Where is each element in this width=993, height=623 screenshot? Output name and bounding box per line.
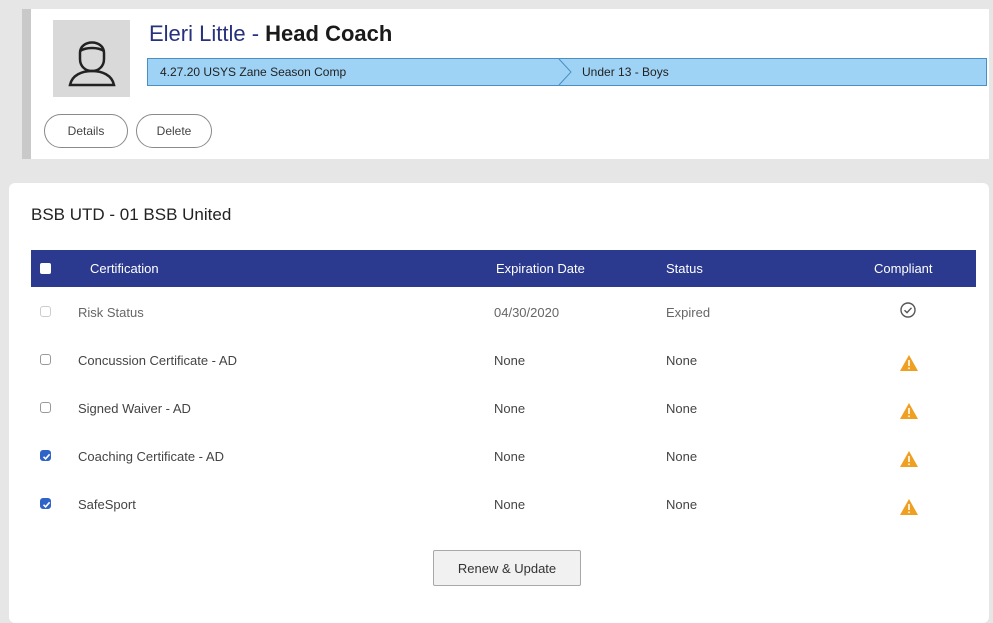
table-row: Concussion Certificate - AD None None [31, 337, 976, 385]
table-row: Risk Status 04/30/2020 Expired [31, 289, 976, 337]
row-checkbox[interactable] [40, 498, 51, 509]
header-certification[interactable]: Certification [90, 261, 159, 276]
certification-card: BSB UTD - 01 BSB United Certification Ex… [9, 183, 989, 623]
row-checkbox[interactable] [40, 306, 51, 317]
table-row: Coaching Certificate - AD None None [31, 433, 976, 481]
row-checkbox[interactable] [40, 450, 51, 461]
avatar [53, 20, 130, 97]
breadcrumb: 4.27.20 USYS Zane Season Comp Under 13 -… [147, 58, 987, 86]
table-header: Certification Expiration Date Status Com… [31, 250, 976, 287]
details-button[interactable]: Details [44, 114, 128, 148]
checkmark-icon [42, 453, 51, 460]
table-row: SafeSport None None [31, 481, 976, 529]
row-checkbox[interactable] [40, 402, 51, 413]
header-status[interactable]: Status [666, 261, 703, 276]
breadcrumb-season[interactable]: 4.27.20 USYS Zane Season Comp [160, 65, 346, 79]
row-checkbox[interactable] [40, 354, 51, 365]
name-separator: - [245, 21, 266, 46]
checkmark-icon [42, 501, 51, 508]
warning-icon [900, 499, 918, 515]
breadcrumb-division[interactable]: Under 13 - Boys [582, 65, 669, 79]
cell-status: None [666, 449, 698, 464]
coach-name-heading: Eleri Little - Head Coach [149, 21, 392, 47]
cell-certification: SafeSport [78, 497, 136, 512]
warning-icon [900, 451, 918, 467]
warning-icon [900, 355, 918, 371]
header-expiration-date[interactable]: Expiration Date [496, 261, 585, 276]
renew-update-button[interactable]: Renew & Update [433, 550, 581, 586]
cell-expiration: None [494, 353, 526, 368]
coach-name[interactable]: Eleri Little [149, 21, 246, 46]
header-compliant[interactable]: Compliant [874, 261, 933, 276]
cell-expiration: None [494, 449, 526, 464]
coach-profile-card: Eleri Little - Head Coach 4.27.20 USYS Z… [22, 9, 989, 159]
check-circle-icon [900, 302, 916, 318]
cell-status: None [666, 353, 698, 368]
cell-expiration: 04/30/2020 [494, 305, 560, 320]
chevron-right-icon [558, 58, 572, 86]
cell-status: Expired [666, 305, 711, 320]
cell-certification: Concussion Certificate - AD [78, 353, 237, 368]
delete-button[interactable]: Delete [136, 114, 212, 148]
cell-expiration: None [494, 401, 526, 416]
select-all-checkbox[interactable] [40, 263, 51, 274]
person-icon [67, 40, 116, 86]
cell-status: None [666, 401, 698, 416]
table-row: Signed Waiver - AD None None [31, 385, 976, 433]
cell-certification: Risk Status [78, 305, 144, 320]
cell-status: None [666, 497, 698, 512]
cell-expiration: None [494, 497, 526, 512]
coach-role: Head Coach [265, 21, 393, 46]
cell-certification: Signed Waiver - AD [78, 401, 191, 416]
team-title: BSB UTD - 01 BSB United [31, 205, 232, 224]
cell-certification: Coaching Certificate - AD [78, 449, 224, 464]
warning-icon [900, 403, 918, 419]
